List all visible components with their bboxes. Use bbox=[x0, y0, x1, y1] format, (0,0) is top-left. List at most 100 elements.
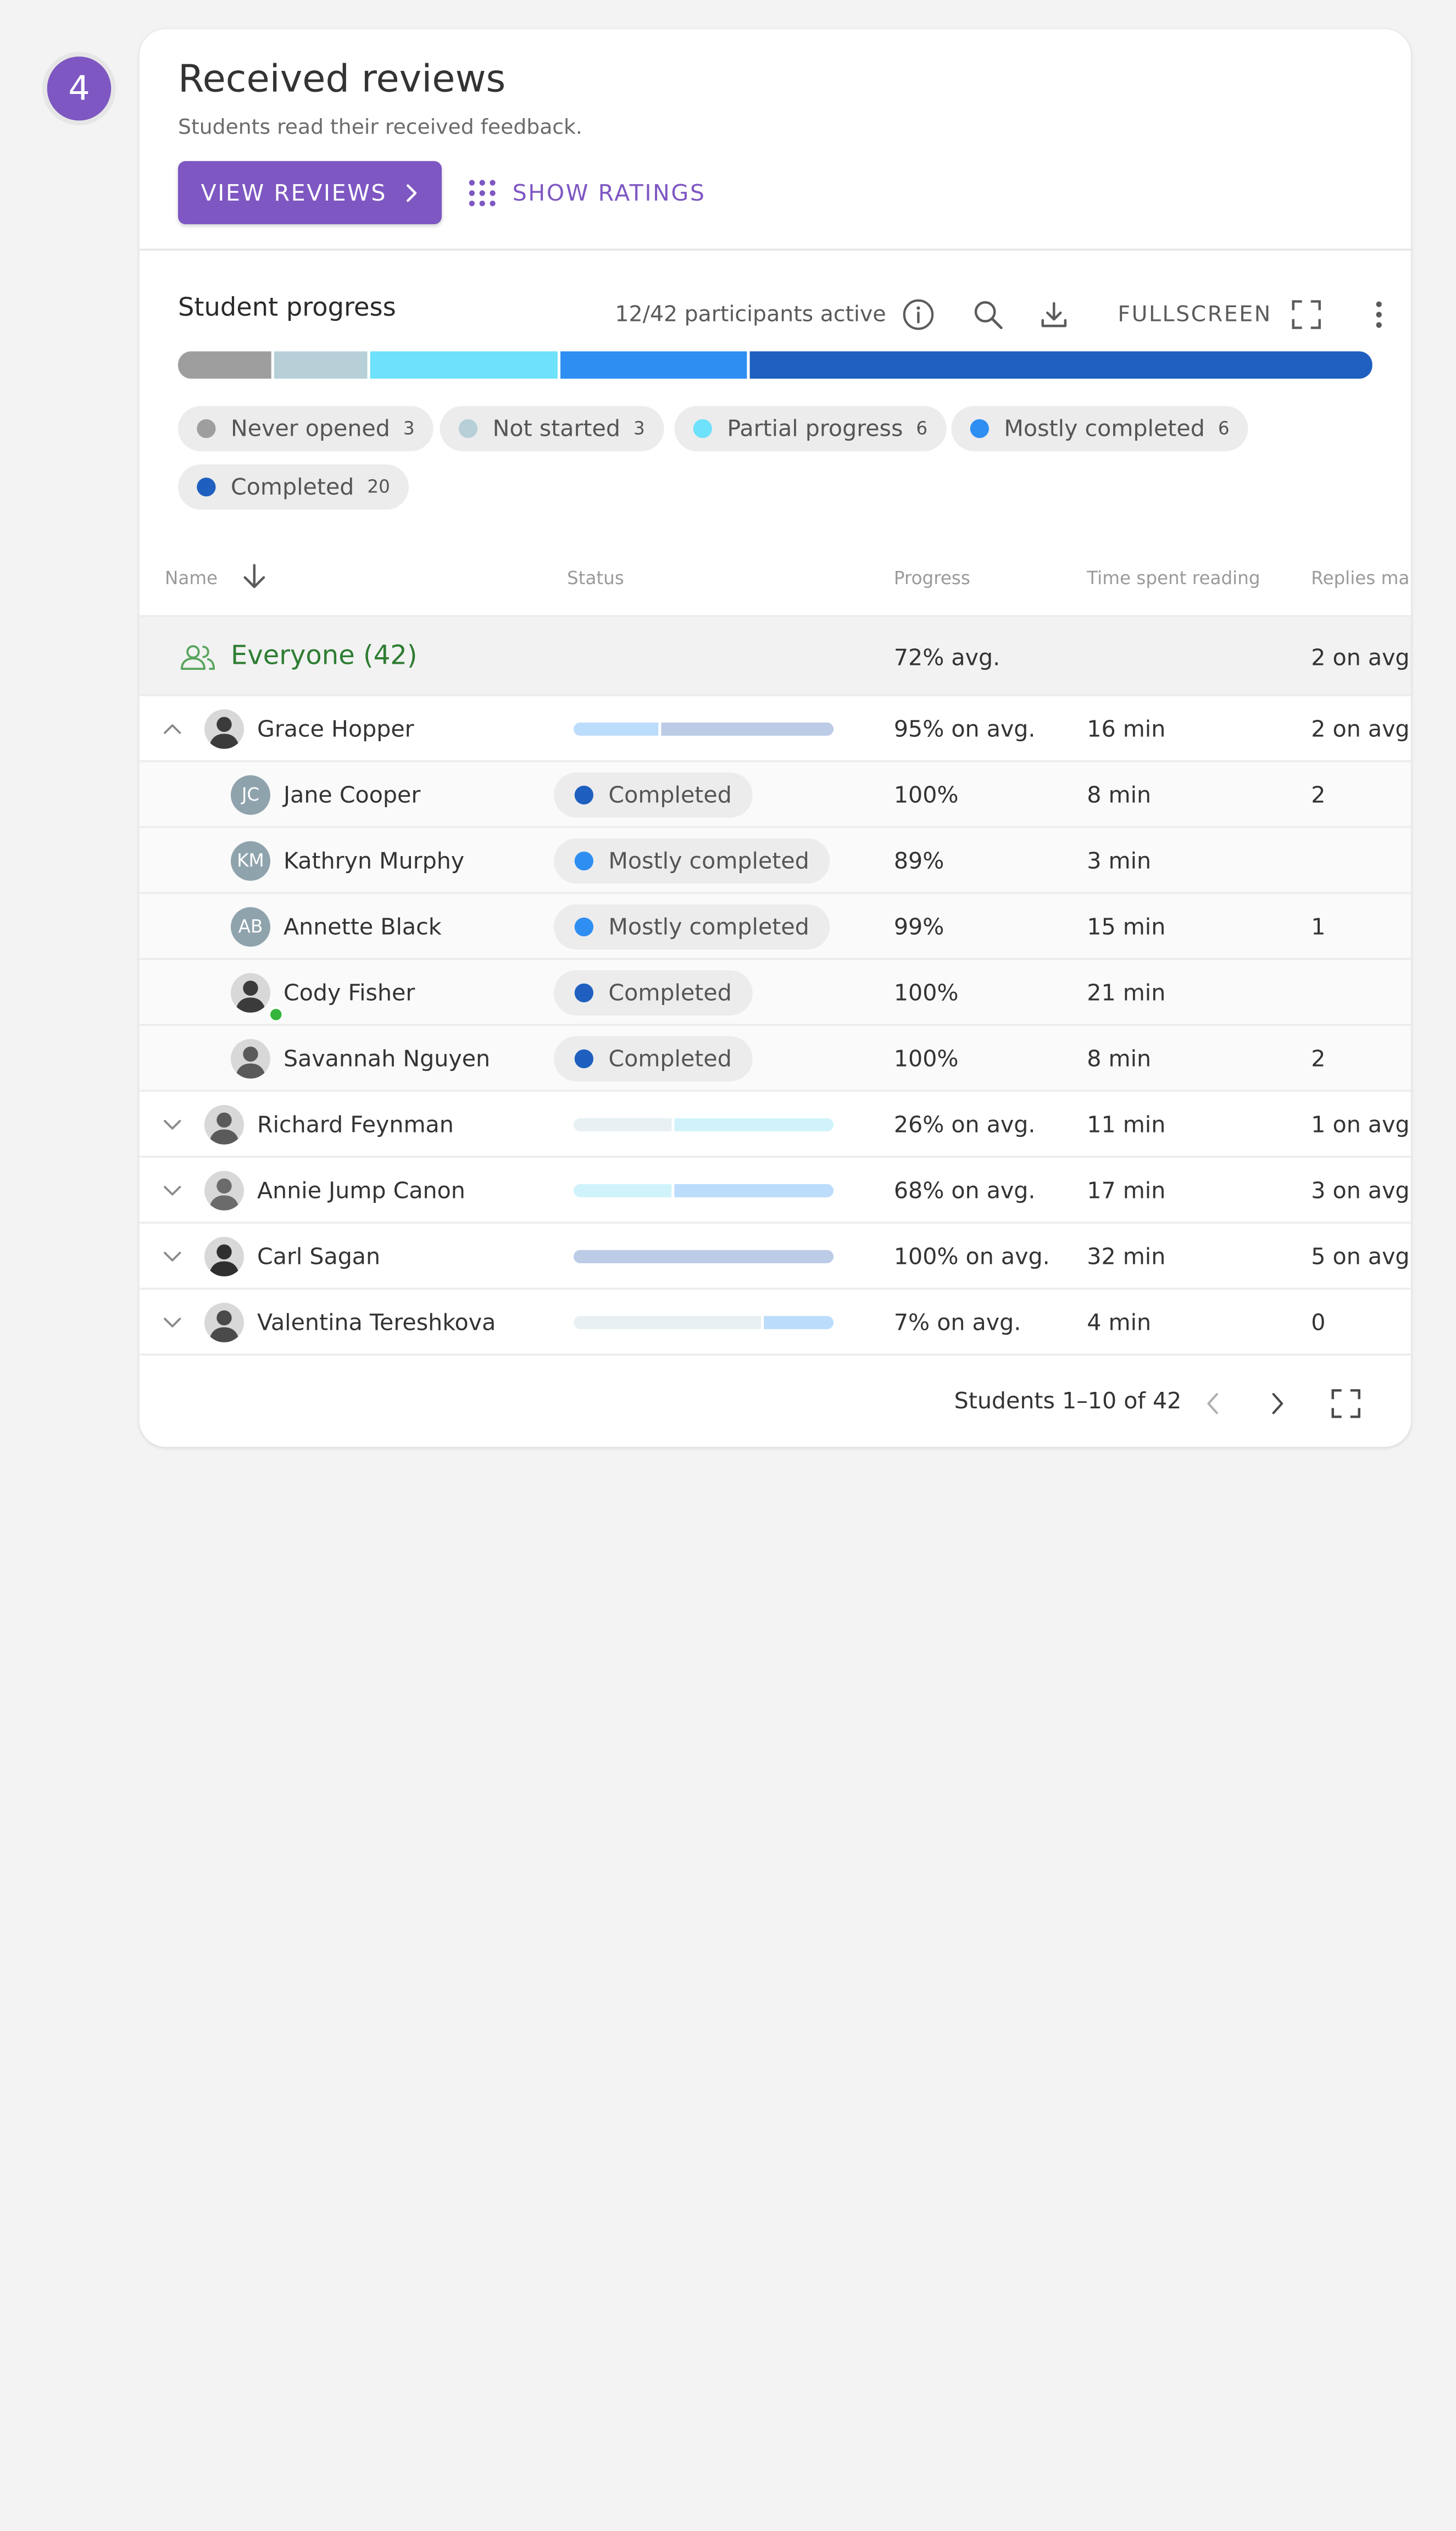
table-row[interactable]: AB Annette Black Mostly completed 99% 15 min… bbox=[139, 892, 1411, 960]
pagination-text: Students 1–10 of 42 bbox=[954, 1387, 1182, 1414]
status-chip: Mostly completed bbox=[554, 904, 830, 950]
overall-progress-bar bbox=[178, 351, 1372, 379]
chevron-down-icon[interactable] bbox=[160, 1311, 185, 1335]
time-value: 21 min bbox=[1087, 979, 1166, 1006]
table-row[interactable]: Richard Feynman 26% on avg. 11 min 1 on avg… bbox=[139, 1090, 1411, 1157]
everyone-label: Everyone (42) bbox=[231, 640, 418, 671]
group-progress-segment bbox=[574, 722, 659, 736]
show-ratings-button[interactable]: SHOW RATINGS bbox=[469, 161, 706, 224]
chevron-right-icon[interactable] bbox=[1266, 1390, 1288, 1418]
time-value: 17 min bbox=[1087, 1177, 1166, 1204]
more-options-icon[interactable] bbox=[1370, 296, 1388, 334]
status-dot bbox=[458, 419, 478, 439]
status-chip: Completed bbox=[554, 970, 753, 1016]
student-name: Grace Hopper bbox=[257, 715, 414, 742]
student-name: Carl Sagan bbox=[257, 1243, 381, 1270]
status-chip: Mostly completed bbox=[554, 838, 830, 884]
col-name[interactable]: Name bbox=[165, 563, 266, 590]
status-label: Completed bbox=[608, 781, 732, 808]
col-time[interactable]: Time spent reading bbox=[1087, 568, 1260, 589]
table-row[interactable]: KM Kathryn Murphy Mostly completed 89% 3 min bbox=[139, 826, 1411, 894]
chevron-up-icon[interactable] bbox=[160, 717, 185, 742]
card-header: Received reviews Students read their rec… bbox=[139, 29, 1411, 251]
legend-chip-mostly-completed[interactable]: Mostly completed 6 bbox=[951, 406, 1248, 452]
replies-value: 0 bbox=[1311, 1309, 1326, 1336]
legend-chip-count: 6 bbox=[916, 418, 928, 439]
table-row[interactable]: Valentina Tereshkova 7% on avg. 4 min 0 bbox=[139, 1287, 1411, 1355]
avatar: AB bbox=[231, 907, 271, 947]
page-title: Received reviews bbox=[178, 57, 506, 101]
legend-chip-not-started[interactable]: Not started 3 bbox=[440, 406, 664, 452]
table-header: Name Status Progress Time spent reading … bbox=[140, 557, 1411, 615]
expand-table-icon[interactable] bbox=[1330, 1387, 1362, 1419]
table-row[interactable]: Savannah Nguyen Completed 100% 8 min 2 bbox=[139, 1024, 1411, 1092]
student-name: Kathryn Murphy bbox=[284, 847, 465, 874]
group-progress-segment bbox=[574, 1184, 671, 1197]
info-icon[interactable] bbox=[899, 296, 937, 334]
fullscreen-button[interactable]: FULLSCREEN bbox=[1118, 298, 1322, 330]
student-name: Valentina Tereshkova bbox=[257, 1309, 496, 1336]
group-progress-segment bbox=[674, 1184, 834, 1197]
time-value: 8 min bbox=[1087, 781, 1152, 808]
time-value: 4 min bbox=[1087, 1309, 1152, 1336]
col-replies[interactable]: Replies ma bbox=[1311, 568, 1409, 589]
student-name: Cody Fisher bbox=[284, 979, 415, 1006]
progress-value: 68% on avg. bbox=[893, 1177, 1036, 1204]
step-badge: 4 bbox=[47, 56, 112, 121]
time-value: 3 min bbox=[1087, 847, 1152, 874]
status-dot bbox=[574, 785, 594, 805]
page-subtitle: Students read their received feedback. bbox=[178, 115, 582, 140]
progress-value: 7% on avg. bbox=[893, 1309, 1021, 1336]
table-row[interactable]: Carl Sagan 100% on avg. 32 min 5 on avg. bbox=[139, 1222, 1411, 1289]
status-dot bbox=[574, 917, 594, 937]
fullscreen-icon bbox=[1292, 300, 1321, 329]
arrow-down-icon[interactable] bbox=[242, 563, 267, 589]
legend-chip-partial-progress[interactable]: Partial progress 6 bbox=[674, 406, 947, 452]
col-progress[interactable]: Progress bbox=[894, 568, 970, 589]
table-row[interactable]: Grace Hopper 95% on avg. 16 min 2 on avg. bbox=[139, 694, 1411, 762]
status-dot bbox=[970, 419, 990, 439]
group-progress-segment bbox=[674, 1118, 834, 1131]
chevron-down-icon[interactable] bbox=[160, 1113, 185, 1137]
replies-value: 1 on avg. bbox=[1311, 1111, 1411, 1138]
table-row[interactable]: Annie Jump Canon 68% on avg. 17 min 3 on av… bbox=[139, 1156, 1411, 1223]
status-label: Completed bbox=[608, 979, 732, 1006]
table-row[interactable]: JC Jane Cooper Completed 100% 8 min 2 bbox=[139, 760, 1411, 828]
group-progress-bar bbox=[574, 1118, 834, 1131]
download-icon[interactable] bbox=[1035, 296, 1072, 334]
legend-chip-count: 20 bbox=[367, 476, 390, 498]
legend-chip-never-opened[interactable]: Never opened 3 bbox=[178, 406, 434, 452]
legend-chip-count: 3 bbox=[403, 418, 415, 439]
chevron-down-icon[interactable] bbox=[160, 1245, 185, 1269]
progress-value: 89% bbox=[893, 847, 944, 874]
status-label: Mostly completed bbox=[608, 913, 809, 940]
progress-value: 95% on avg. bbox=[893, 715, 1036, 742]
replies-value: 2 bbox=[1311, 1045, 1326, 1072]
status-dot bbox=[574, 1049, 594, 1069]
status-dot bbox=[574, 851, 594, 871]
legend-chip-count: 6 bbox=[1218, 418, 1230, 439]
view-reviews-button[interactable]: VIEW REVIEWS bbox=[178, 161, 442, 225]
everyone-replies: 2 on avg. bbox=[1311, 644, 1411, 671]
chevron-down-icon[interactable] bbox=[160, 1179, 185, 1203]
legend-chip-label: Mostly completed bbox=[1004, 415, 1205, 442]
col-status[interactable]: Status bbox=[567, 568, 624, 589]
group-progress-segment bbox=[661, 722, 834, 736]
chevron-left-icon[interactable] bbox=[1202, 1390, 1224, 1418]
student-name: Jane Cooper bbox=[284, 781, 421, 808]
table-row[interactable]: Cody Fisher Completed 100% 21 min bbox=[139, 958, 1411, 1026]
online-indicator bbox=[268, 1007, 284, 1023]
search-icon[interactable] bbox=[969, 296, 1007, 334]
progress-value: 100% bbox=[893, 1045, 959, 1072]
student-name: Annie Jump Canon bbox=[257, 1177, 465, 1204]
progress-segment-partial-progress bbox=[370, 351, 558, 379]
group-progress-segment bbox=[574, 1316, 762, 1329]
everyone-row[interactable]: Everyone (42) 72% avg. 2 on avg. bbox=[139, 615, 1411, 696]
legend-chip-completed[interactable]: Completed 20 bbox=[178, 464, 409, 510]
avatar bbox=[204, 1236, 244, 1276]
student-progress-title: Student progress bbox=[178, 293, 396, 323]
status-chip: Completed bbox=[554, 1036, 753, 1082]
show-ratings-label: SHOW RATINGS bbox=[512, 179, 706, 206]
group-progress-bar bbox=[574, 1316, 834, 1329]
everyone-progress: 72% avg. bbox=[893, 644, 1001, 671]
